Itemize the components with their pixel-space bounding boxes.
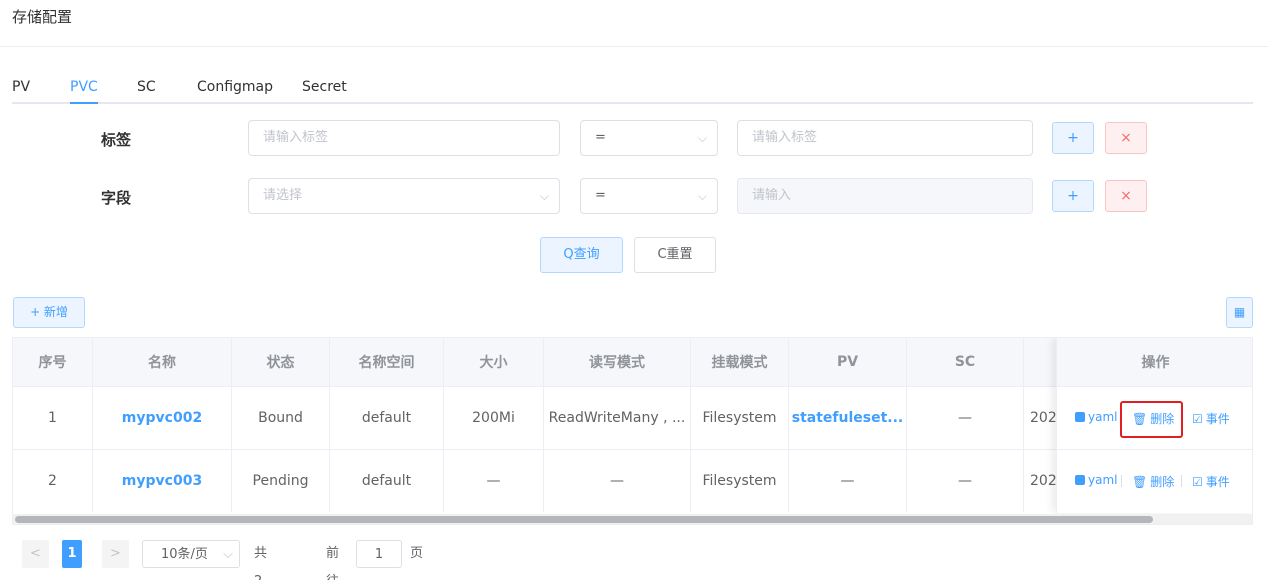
header-pv: PV bbox=[789, 338, 907, 386]
horizontal-scrollbar[interactable] bbox=[13, 514, 1252, 524]
field-operator-value: = bbox=[595, 188, 606, 203]
field-operator-select[interactable]: = ⌵ bbox=[580, 178, 718, 214]
prev-page-button[interactable]: < bbox=[22, 540, 49, 568]
yaml-icon bbox=[1075, 412, 1085, 422]
yaml-button[interactable]: yaml bbox=[1075, 410, 1117, 424]
add-new-button[interactable]: + 新增 bbox=[13, 297, 85, 328]
pvc-name-link[interactable]: mypvc002 bbox=[93, 387, 232, 449]
tab-pvc[interactable]: PVC bbox=[70, 78, 98, 104]
calendar-check-icon: ☑ bbox=[1192, 411, 1203, 426]
chevron-down-icon: ⌵ bbox=[539, 189, 549, 203]
row-sc: — bbox=[907, 387, 1024, 449]
pvc-name-link[interactable]: mypvc003 bbox=[93, 450, 232, 512]
scrollbar-thumb[interactable] bbox=[15, 516, 1153, 523]
header-size: 大小 bbox=[444, 338, 544, 386]
next-page-button[interactable]: > bbox=[102, 540, 129, 568]
row-size: — bbox=[444, 450, 544, 512]
page-unit-label: 页 bbox=[410, 546, 424, 561]
label-remove-button[interactable]: × bbox=[1105, 122, 1147, 154]
pvc-table: 序号 名称 状态 名称空间 大小 读写模式 挂载模式 PV SC 1 mypvc… bbox=[12, 337, 1253, 525]
title-divider bbox=[0, 46, 1268, 47]
header-status: 状态 bbox=[232, 338, 330, 386]
yaml-icon bbox=[1075, 475, 1085, 485]
field-filter-label: 字段 bbox=[101, 189, 132, 207]
row-access-mode: — bbox=[544, 450, 691, 512]
label-filter-label: 标签 bbox=[101, 131, 132, 149]
events-label: 事件 bbox=[1205, 412, 1230, 426]
header-index: 序号 bbox=[13, 338, 93, 386]
field-value-input[interactable]: 请输入 bbox=[737, 178, 1033, 214]
row-actions: yaml 🗑 删除 ☑ 事件 bbox=[1057, 386, 1252, 449]
label-key-input[interactable]: 请输入标签 bbox=[248, 120, 560, 156]
events-label: 事件 bbox=[1205, 475, 1230, 489]
storage-config-page: 存储配置 PV PVC SC Configmap Secret 标签 请输入标签… bbox=[0, 0, 1268, 580]
header-name: 名称 bbox=[93, 338, 232, 386]
page-1-button[interactable]: 1 bbox=[62, 540, 82, 568]
tab-bar: PV PVC SC Configmap Secret bbox=[12, 78, 1253, 104]
column-settings-button[interactable]: ▦ bbox=[1226, 297, 1253, 328]
trash-icon: 🗑 bbox=[1132, 474, 1148, 489]
events-button[interactable]: ☑ 事件 bbox=[1192, 410, 1230, 427]
row-namespace: default bbox=[330, 450, 444, 512]
goto-page-input[interactable]: 1 bbox=[356, 540, 402, 568]
yaml-label: yaml bbox=[1088, 473, 1118, 487]
row-status: Bound bbox=[232, 387, 330, 449]
row-mount-mode: Filesystem bbox=[691, 450, 789, 512]
grid-icon: ▦ bbox=[1233, 305, 1246, 319]
field-remove-button[interactable]: × bbox=[1105, 180, 1147, 212]
page-title: 存储配置 bbox=[12, 8, 73, 26]
header-sc: SC bbox=[907, 338, 1024, 386]
header-namespace: 名称空间 bbox=[330, 338, 444, 386]
label-operator-select[interactable]: = ⌵ bbox=[580, 120, 718, 156]
yaml-button[interactable]: yaml bbox=[1075, 473, 1117, 487]
query-button[interactable]: Q查询 bbox=[540, 237, 623, 273]
row-mount-mode: Filesystem bbox=[691, 387, 789, 449]
reset-button[interactable]: C重置 bbox=[634, 237, 716, 273]
delete-button[interactable]: 🗑 删除 bbox=[1132, 473, 1174, 490]
operations-column: 操作 yaml 🗑 删除 ☑ 事件 yaml 🗑 删除 ☑ 事件 bbox=[1056, 338, 1252, 513]
events-button[interactable]: ☑ 事件 bbox=[1192, 473, 1230, 490]
field-key-select[interactable]: 请选择 ⌵ bbox=[248, 178, 560, 214]
row-status: Pending bbox=[232, 450, 330, 512]
row-size: 200Mi bbox=[444, 387, 544, 449]
row-pv: — bbox=[789, 450, 907, 512]
chevron-down-icon: ⌵ bbox=[223, 547, 233, 562]
row-index: 1 bbox=[13, 387, 93, 449]
row-namespace: default bbox=[330, 387, 444, 449]
tab-sc[interactable]: SC bbox=[137, 78, 156, 102]
header-access-mode: 读写模式 bbox=[544, 338, 691, 386]
action-divider bbox=[1181, 475, 1182, 487]
field-key-placeholder: 请选择 bbox=[263, 188, 303, 203]
row-sc: — bbox=[907, 450, 1024, 512]
page-size-value: 10条/页 bbox=[161, 547, 208, 562]
chevron-down-icon: ⌵ bbox=[697, 189, 707, 203]
delete-label: 删除 bbox=[1150, 475, 1175, 489]
label-operator-value: = bbox=[595, 130, 606, 145]
header-mount-mode: 挂载模式 bbox=[691, 338, 789, 386]
goto-label: 前往 bbox=[326, 546, 340, 580]
chevron-down-icon: ⌵ bbox=[697, 131, 707, 145]
tab-pv[interactable]: PV bbox=[12, 78, 30, 102]
tab-configmap[interactable]: Configmap bbox=[197, 78, 273, 102]
label-value-input[interactable]: 请输入标签 bbox=[737, 120, 1033, 156]
delete-highlight-box bbox=[1120, 401, 1183, 438]
field-add-button[interactable]: + bbox=[1052, 180, 1094, 212]
row-actions: yaml 🗑 删除 ☑ 事件 bbox=[1057, 449, 1252, 512]
label-add-button[interactable]: + bbox=[1052, 122, 1094, 154]
calendar-check-icon: ☑ bbox=[1192, 474, 1203, 489]
tab-secret[interactable]: Secret bbox=[302, 78, 347, 102]
page-size-select[interactable]: 10条/页 ⌵ bbox=[142, 540, 240, 568]
row-access-mode: ReadWriteMany , ... bbox=[544, 387, 691, 449]
header-operations: 操作 bbox=[1057, 338, 1252, 386]
row-index: 2 bbox=[13, 450, 93, 512]
total-count: 共 2 条 bbox=[254, 546, 268, 580]
yaml-label: yaml bbox=[1088, 410, 1118, 424]
action-divider bbox=[1121, 475, 1122, 487]
pv-link[interactable]: statefuleset... bbox=[789, 387, 907, 449]
